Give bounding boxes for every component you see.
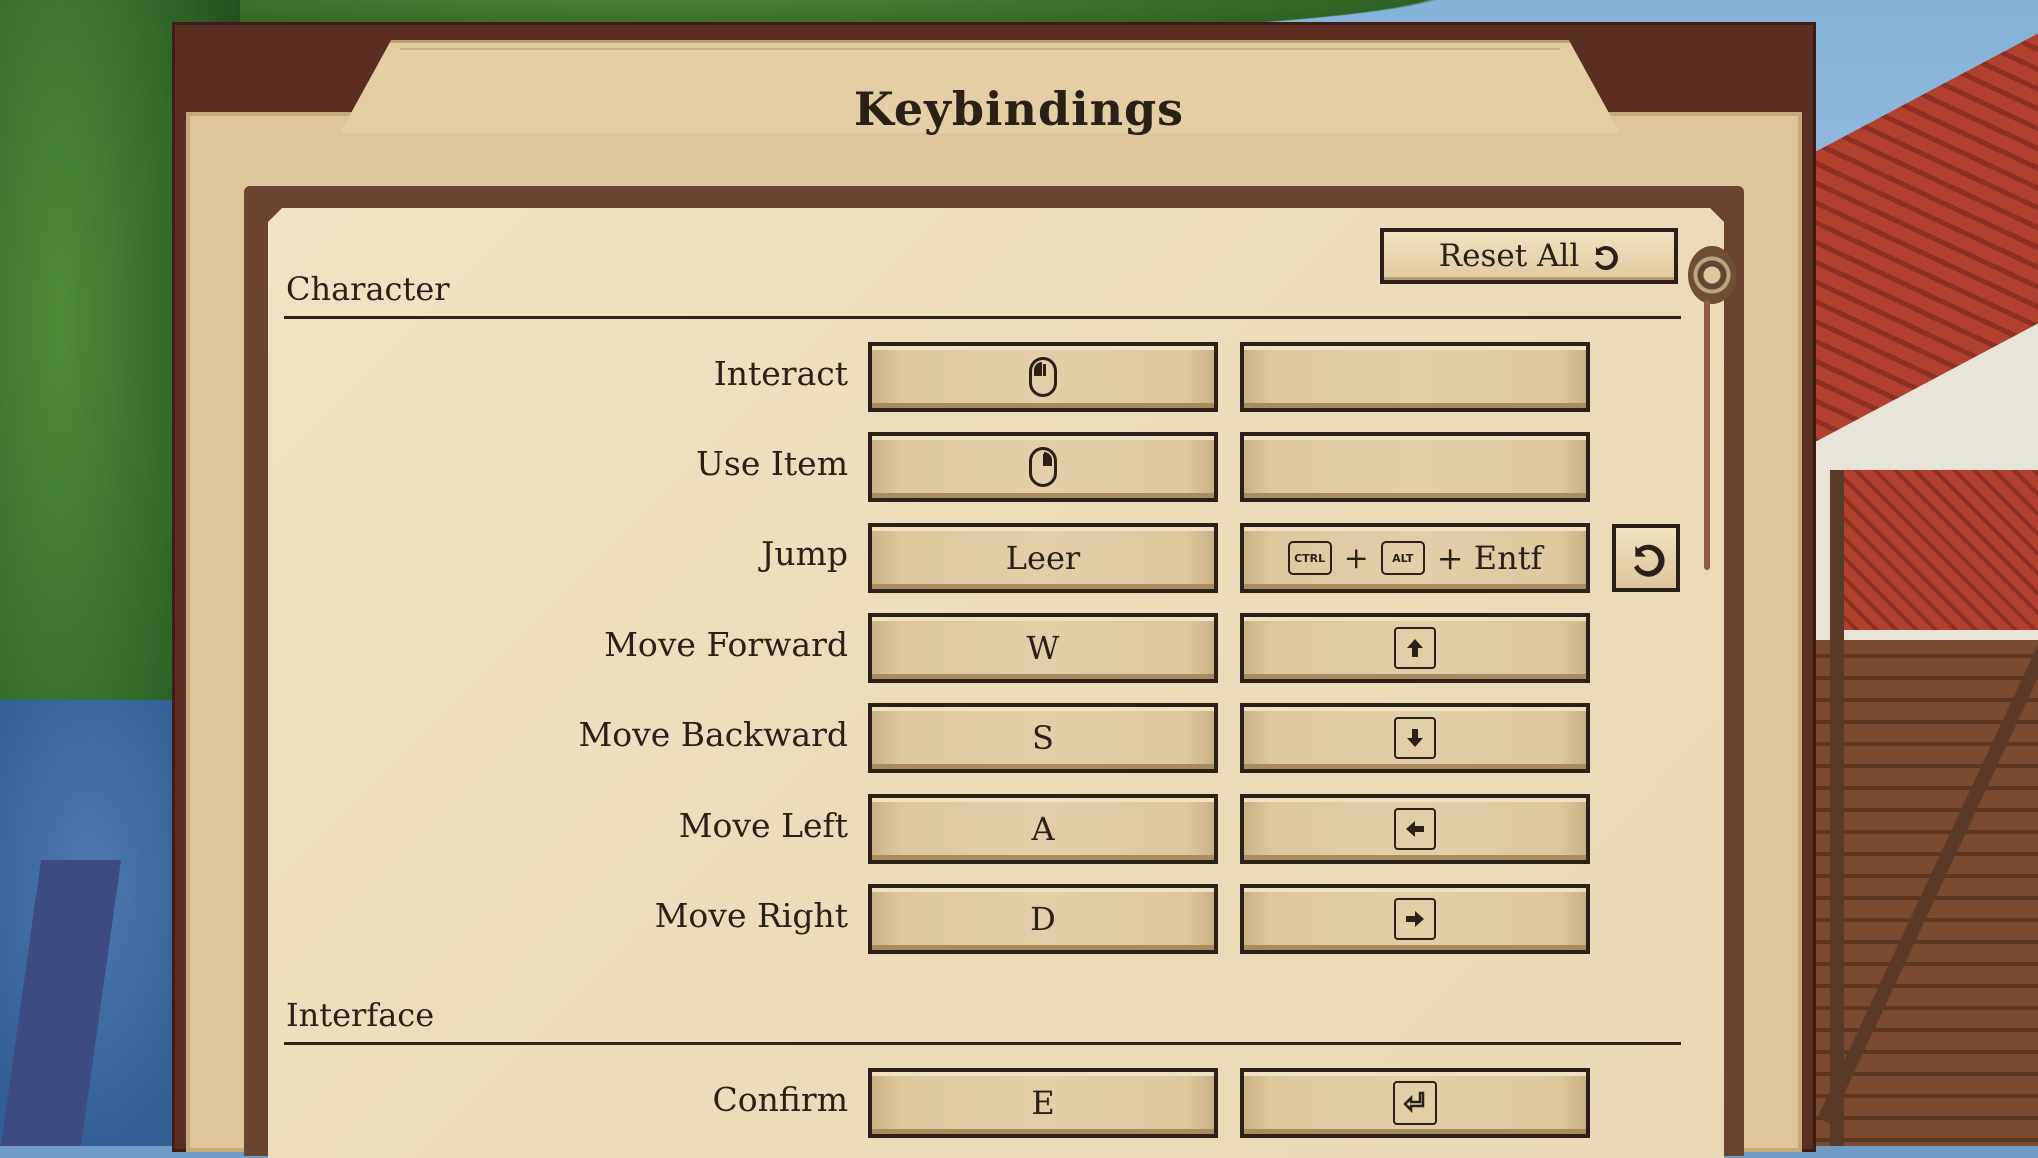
binding-label-interact: Interact bbox=[713, 354, 848, 393]
alt-key-icon: ALT bbox=[1380, 541, 1425, 575]
section-divider bbox=[284, 316, 1681, 319]
arrow-left-key-icon bbox=[1394, 808, 1436, 850]
arrow-up-key-icon bbox=[1394, 627, 1436, 669]
confirm-primary-key: E bbox=[1031, 1084, 1055, 1122]
section-title-interface: Interface bbox=[286, 996, 435, 1034]
reset-all-label: Reset All bbox=[1438, 238, 1580, 274]
binding-label-use-item: Use Item bbox=[696, 444, 848, 483]
arrow-down-key-icon bbox=[1394, 717, 1436, 759]
combo-entf-key: + Entf bbox=[1436, 539, 1543, 577]
section-divider bbox=[284, 1042, 1681, 1045]
binding-label-jump: Jump bbox=[761, 534, 848, 573]
mouse-left-click-icon bbox=[1029, 357, 1057, 397]
reset-icon bbox=[1626, 538, 1666, 578]
mouse-right-click-icon bbox=[1029, 447, 1057, 487]
binding-label-move-backward: Move Backward bbox=[578, 715, 848, 754]
binding-label-confirm: Confirm bbox=[712, 1080, 848, 1119]
house-roof-lower bbox=[1840, 470, 2038, 630]
move-forward-primary-binding[interactable]: W bbox=[868, 613, 1218, 683]
binding-label-move-left: Move Left bbox=[678, 806, 848, 845]
confirm-primary-binding[interactable]: E bbox=[868, 1068, 1218, 1138]
arrow-right-key-icon bbox=[1394, 898, 1436, 940]
move-right-secondary-binding[interactable] bbox=[1240, 884, 1590, 954]
move-backward-primary-binding[interactable]: S bbox=[868, 703, 1218, 773]
move-backward-primary-key: S bbox=[1032, 719, 1054, 757]
jump-secondary-binding[interactable]: CTRL + ALT + Entf bbox=[1240, 523, 1590, 593]
gear-ornament-icon bbox=[1688, 246, 1736, 304]
enter-key-icon bbox=[1393, 1081, 1437, 1125]
reset-all-button[interactable]: Reset All bbox=[1380, 228, 1678, 284]
move-backward-secondary-binding[interactable] bbox=[1240, 703, 1590, 773]
use-item-secondary-binding[interactable] bbox=[1240, 432, 1590, 502]
ctrl-key-icon: CTRL bbox=[1287, 541, 1332, 575]
combo-plus: + bbox=[1343, 540, 1369, 576]
binding-label-move-forward: Move Forward bbox=[604, 625, 848, 664]
reset-icon bbox=[1589, 241, 1619, 271]
binding-label-move-right: Move Right bbox=[654, 896, 848, 935]
interact-primary-binding[interactable] bbox=[868, 342, 1218, 412]
move-left-primary-binding[interactable]: A bbox=[868, 794, 1218, 864]
use-item-primary-binding[interactable] bbox=[868, 432, 1218, 502]
section-title-character: Character bbox=[286, 270, 450, 308]
move-left-primary-key: A bbox=[1031, 810, 1055, 848]
jump-reset-button[interactable] bbox=[1612, 524, 1680, 592]
interact-secondary-binding[interactable] bbox=[1240, 342, 1590, 412]
move-right-primary-binding[interactable]: D bbox=[868, 884, 1218, 954]
confirm-secondary-binding[interactable] bbox=[1240, 1068, 1590, 1138]
move-forward-secondary-binding[interactable] bbox=[1240, 613, 1590, 683]
move-forward-primary-key: W bbox=[1026, 629, 1060, 667]
move-right-primary-key: D bbox=[1030, 900, 1056, 938]
house-beam bbox=[1830, 470, 1844, 1146]
jump-primary-binding[interactable]: Leer bbox=[868, 523, 1218, 593]
scrollbar[interactable] bbox=[1704, 300, 1710, 570]
jump-primary-key: Leer bbox=[1005, 539, 1081, 577]
window-title: Keybindings bbox=[853, 82, 1185, 136]
move-left-secondary-binding[interactable] bbox=[1240, 794, 1590, 864]
